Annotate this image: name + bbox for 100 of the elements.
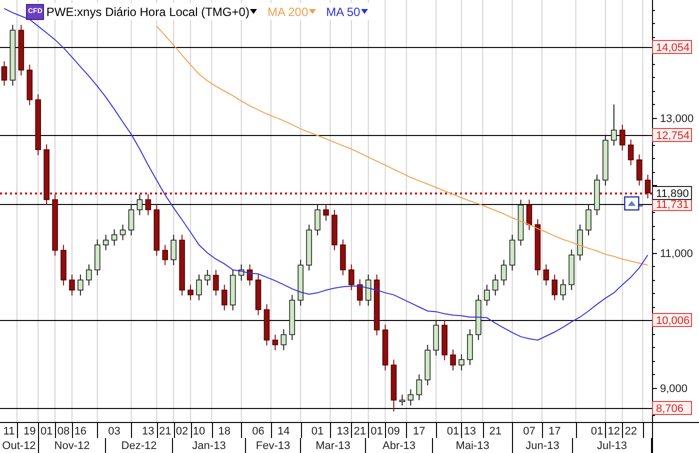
caret-icon bbox=[361, 9, 368, 14]
date-label: 16 bbox=[74, 426, 87, 438]
candlestick bbox=[534, 218, 541, 276]
candlestick bbox=[78, 274, 84, 296]
price-label: 14,054 bbox=[652, 40, 692, 54]
candlestick bbox=[552, 274, 558, 301]
ref-line-label: 12,754 bbox=[656, 130, 690, 142]
date-label: 10 bbox=[192, 426, 206, 438]
candlestick bbox=[390, 359, 397, 412]
date-label: 01 bbox=[370, 426, 383, 438]
alert-marker-icon[interactable] bbox=[624, 196, 644, 210]
candlestick bbox=[450, 349, 456, 371]
axis-label: 11,000 bbox=[660, 248, 693, 260]
indicator-dropdown[interactable]: MA 50 bbox=[326, 4, 368, 18]
candlestick bbox=[518, 199, 524, 246]
candlestick bbox=[213, 269, 219, 296]
candlestick bbox=[35, 94, 41, 156]
candlestick bbox=[154, 204, 160, 256]
date-label: 11 bbox=[3, 426, 15, 438]
candlestick bbox=[204, 269, 210, 286]
candlestick bbox=[60, 244, 66, 286]
candlestick bbox=[136, 194, 143, 216]
candlestick bbox=[145, 194, 152, 216]
candlestick bbox=[1, 60, 8, 86]
ref-line-label: 14,054 bbox=[656, 42, 690, 54]
date-label: 12 bbox=[608, 426, 620, 438]
candlestick bbox=[467, 328, 473, 366]
date-label: 03 bbox=[108, 426, 120, 438]
candlestick bbox=[594, 174, 600, 216]
candlestick bbox=[484, 284, 490, 306]
date-label: 13 bbox=[464, 426, 476, 438]
candlestick bbox=[526, 199, 532, 231]
date-label: 13 bbox=[142, 426, 154, 438]
month-label: Mar-13 bbox=[316, 440, 350, 452]
candlestick bbox=[289, 294, 296, 341]
month-label: Nov-12 bbox=[54, 440, 90, 452]
candlestick bbox=[543, 264, 550, 286]
date-label: 07 bbox=[523, 426, 536, 438]
candlestick bbox=[255, 274, 262, 316]
caret-icon bbox=[250, 9, 258, 14]
candlestick bbox=[298, 259, 304, 306]
date-label: 02 bbox=[176, 426, 188, 438]
candlestick bbox=[86, 264, 92, 286]
candlestick bbox=[332, 209, 338, 251]
date-label: 18 bbox=[218, 426, 231, 438]
candlestick bbox=[314, 204, 320, 236]
date-label: 06 bbox=[252, 426, 264, 438]
month-label: Jul-13 bbox=[597, 440, 627, 452]
candlestick bbox=[120, 224, 126, 241]
candlestick bbox=[374, 274, 380, 336]
month-label: Mai-13 bbox=[456, 440, 490, 452]
candlestick bbox=[323, 204, 329, 222]
candlestick bbox=[408, 388, 414, 406]
candlestick bbox=[636, 154, 642, 186]
month-label: Jan-13 bbox=[192, 440, 226, 452]
month-label: Jun-13 bbox=[526, 440, 560, 452]
candlestick bbox=[196, 274, 202, 301]
price-label: 12,754 bbox=[652, 128, 692, 142]
candlestick bbox=[10, 24, 16, 86]
month-label: Abr-13 bbox=[382, 440, 416, 452]
candlestick bbox=[476, 294, 482, 341]
candlestick bbox=[52, 194, 58, 256]
date-label: 08 bbox=[57, 426, 70, 438]
candlestick bbox=[602, 134, 608, 186]
date-label: 01 bbox=[446, 426, 460, 438]
axis-label: 9,000 bbox=[660, 382, 688, 395]
candlestick bbox=[416, 374, 422, 401]
date-label: 13 bbox=[336, 426, 350, 438]
month-label: Fev-13 bbox=[256, 440, 290, 452]
date-label: 14 bbox=[278, 426, 290, 438]
ref-line-label: 11,890 bbox=[656, 188, 689, 200]
candlestick bbox=[162, 244, 168, 266]
candlestick bbox=[128, 204, 134, 236]
candlestick bbox=[348, 264, 354, 291]
candlestick bbox=[568, 249, 574, 291]
ref-line-label: 11,731 bbox=[656, 199, 689, 211]
candlestick bbox=[611, 104, 617, 146]
ref-line-label: 10,006 bbox=[656, 315, 690, 327]
candlestick bbox=[179, 234, 185, 296]
symbol-dropdown[interactable]: PWE:xnys Diário Hora Local (TMG+0) bbox=[46, 4, 258, 18]
month-label: Dez-12 bbox=[121, 440, 157, 452]
date-label: 21 bbox=[159, 426, 172, 438]
date-label: 17 bbox=[413, 426, 426, 438]
candlestick bbox=[238, 264, 244, 282]
candlestick bbox=[280, 328, 287, 351]
candlestick bbox=[628, 139, 634, 166]
candlestick bbox=[264, 304, 270, 346]
axis-label: 13,000 bbox=[660, 112, 694, 125]
candlestick bbox=[69, 274, 75, 296]
candlestick bbox=[442, 319, 448, 361]
candlestick bbox=[340, 238, 346, 276]
candlestick bbox=[94, 238, 100, 276]
candlestick bbox=[577, 224, 583, 261]
candlestick bbox=[458, 354, 464, 371]
candlestick bbox=[500, 259, 507, 286]
candlestick bbox=[272, 334, 278, 351]
price-label: 11,890 bbox=[652, 186, 692, 200]
date-label: 01 bbox=[311, 426, 324, 438]
date-label: 09 bbox=[388, 426, 400, 438]
date-label: 21 bbox=[489, 426, 502, 438]
